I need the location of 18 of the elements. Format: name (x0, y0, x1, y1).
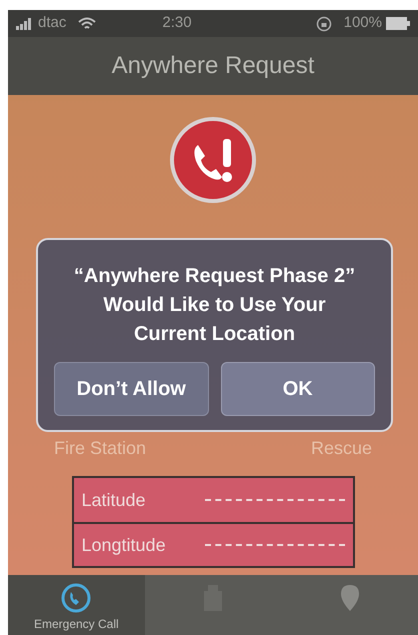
dont-allow-button[interactable]: Don’t Allow (54, 362, 208, 416)
tab-button[interactable]: Emergency Call (8, 575, 145, 635)
signal-icon (16, 18, 34, 30)
ok-button[interactable]: OK (220, 362, 375, 416)
alert-message: “Anywhere Request Phase 2” Would Like to Use Your Current Location (72, 264, 356, 347)
rescue-label: Rescue (310, 437, 372, 460)
phone-icon (61, 583, 92, 613)
field-label: Latitude (82, 488, 147, 512)
wifi-icon (78, 16, 96, 30)
battery-icon (386, 17, 410, 30)
emergency-phone-icon (170, 117, 256, 203)
fire-station-label: Fire Station (54, 437, 146, 460)
clock-time: 2:30 (162, 13, 192, 34)
battery-percent: 100% (344, 13, 382, 34)
carrier-name: dtac (38, 13, 66, 34)
rotation-lock-icon (316, 16, 332, 32)
screen-title: Anywhere Request (112, 51, 314, 81)
field-label: Longtitude (82, 534, 167, 557)
